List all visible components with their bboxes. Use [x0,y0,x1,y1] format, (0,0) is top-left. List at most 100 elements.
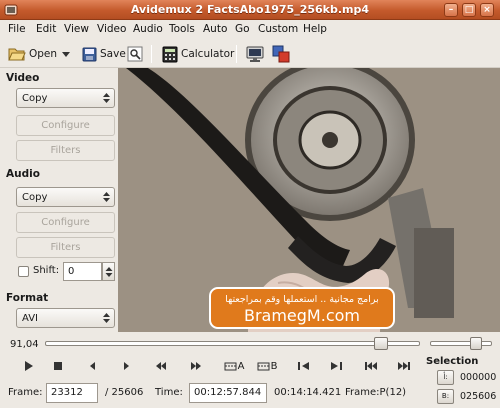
format-heading: Format [6,292,49,304]
seek-slider-thumb[interactable] [373,337,388,350]
position-percent: 91,04 [10,339,39,350]
spin-arrows-icon [103,93,110,103]
menu-custom[interactable]: Custom [258,23,298,35]
time-input[interactable]: 00:12:57.844 [189,383,267,403]
preview-output-button[interactable] [246,44,264,64]
play-icon [25,361,33,371]
audio-shift-input[interactable]: 0 [63,262,102,281]
marker-a-label: A [237,360,245,372]
seek-row: 91,04 [0,334,500,354]
audio-shift-value: 0 [68,266,75,277]
selection-a-button[interactable]: ﺃ: [437,370,454,385]
set-marker-a-icon [224,362,237,371]
next-frame-button[interactable] [119,358,135,374]
stop-button[interactable] [50,358,66,374]
rewind-icon [156,362,166,370]
selection-heading: Selection [426,356,479,367]
chevron-down-icon [62,52,70,57]
save-label: Save [100,48,126,60]
container-format-value: AVI [22,313,38,324]
toolbar-separator [151,45,152,63]
set-marker-a-button[interactable]: A [222,358,246,374]
prev-frame-button[interactable] [84,358,100,374]
menu-view[interactable]: View [64,23,89,35]
next-keyframe-button[interactable] [328,358,344,374]
close-button[interactable]: × [480,3,494,17]
frame-total: / 25606 [105,387,144,398]
toolbar-separator [236,45,237,63]
fast-forward-icon [191,362,201,370]
display-filters-button[interactable] [272,44,290,64]
save-button[interactable]: Save [82,44,126,64]
stop-icon [54,362,62,370]
set-marker-b-button[interactable]: B [255,358,279,374]
minimize-button[interactable]: – [444,3,458,17]
calculator-button[interactable]: Calculator [162,44,234,64]
video-filters-button[interactable]: Filters [16,140,115,161]
selection-b-button[interactable]: B: [437,389,454,404]
prev-keyframe-icon [298,362,309,370]
audio-codec-value: Copy [22,192,48,203]
audio-shift-spinner[interactable] [102,262,115,281]
volume-slider-thumb[interactable] [470,337,482,350]
frame-label: Frame: [8,387,43,398]
video-preview[interactable]: برامج مجانية .. استعملها وقم بمراجعتها B… [118,68,500,332]
video-frame: برامج مجانية .. استعملها وقم بمراجعتها B… [118,68,500,332]
frame-input[interactable]: 23312 [46,383,98,403]
menu-help[interactable]: Help [303,23,327,35]
spin-arrows-icon [103,192,110,202]
spin-arrows-icon [103,313,110,323]
menu-video[interactable]: Video [97,23,126,35]
menu-file[interactable]: File [8,23,26,35]
calculator-label: Calculator [181,48,235,60]
status-bar: Frame: 23312 / 25606 Time: 00:12:57.844 … [0,378,430,408]
audio-shift-checkbox[interactable] [18,266,29,277]
side-panel: Video Copy Configure Filters Audio Copy … [0,68,118,332]
open-button[interactable]: Open [8,44,57,64]
next-frame-icon [124,362,129,370]
selection-b-value: 025606 [460,391,497,402]
menu-go[interactable]: Go [235,23,250,35]
watermark-arabic-text: برامج مجانية .. استعملها وقم بمراجعتها [225,294,379,305]
volume-slider[interactable] [430,341,492,346]
open-label: Open [29,48,58,60]
go-end-button[interactable] [396,358,412,374]
marker-b-label: B [270,360,278,372]
properties-button[interactable] [127,44,143,64]
audio-configure-button[interactable]: Configure [16,212,115,233]
video-codec-combo[interactable]: Copy [16,88,115,108]
play-button[interactable] [20,358,36,374]
spin-arrows-icon [105,267,113,277]
go-start-button[interactable] [363,358,379,374]
window-title: Avidemux 2 FactsAbo1975_256kb.mp4 [130,3,370,16]
watermark-site-text: BramegM.com [244,306,360,325]
selection-a-value: 000000 [460,372,497,383]
seek-slider[interactable] [45,341,420,346]
open-dropdown[interactable] [62,44,70,64]
time-label: Time: [155,387,183,398]
video-configure-button[interactable]: Configure [16,115,115,136]
menu-edit[interactable]: Edit [36,23,56,35]
audio-filters-button[interactable]: Filters [16,237,115,258]
go-start-icon [365,362,377,370]
floppy-disk-icon [82,47,97,61]
container-format-combo[interactable]: AVI [16,308,115,328]
prev-keyframe-button[interactable] [296,358,312,374]
audio-heading: Audio [6,168,40,180]
info-magnifier-icon [127,46,143,62]
menu-auto[interactable]: Auto [203,23,227,35]
video-heading: Video [6,72,40,84]
monitor-icon [246,46,264,62]
go-end-icon [398,362,410,370]
audio-codec-combo[interactable]: Copy [16,187,115,207]
prev-frame-icon [90,362,95,370]
maximize-button[interactable]: □ [462,3,476,17]
fast-forward-button[interactable] [188,358,204,374]
menu-audio[interactable]: Audio [133,23,163,35]
transport-bar: A B [0,354,420,378]
menu-tools[interactable]: Tools [169,23,195,35]
video-codec-value: Copy [22,93,48,104]
calculator-icon [162,46,178,62]
rewind-button[interactable] [153,358,169,374]
folder-open-icon [8,48,26,61]
